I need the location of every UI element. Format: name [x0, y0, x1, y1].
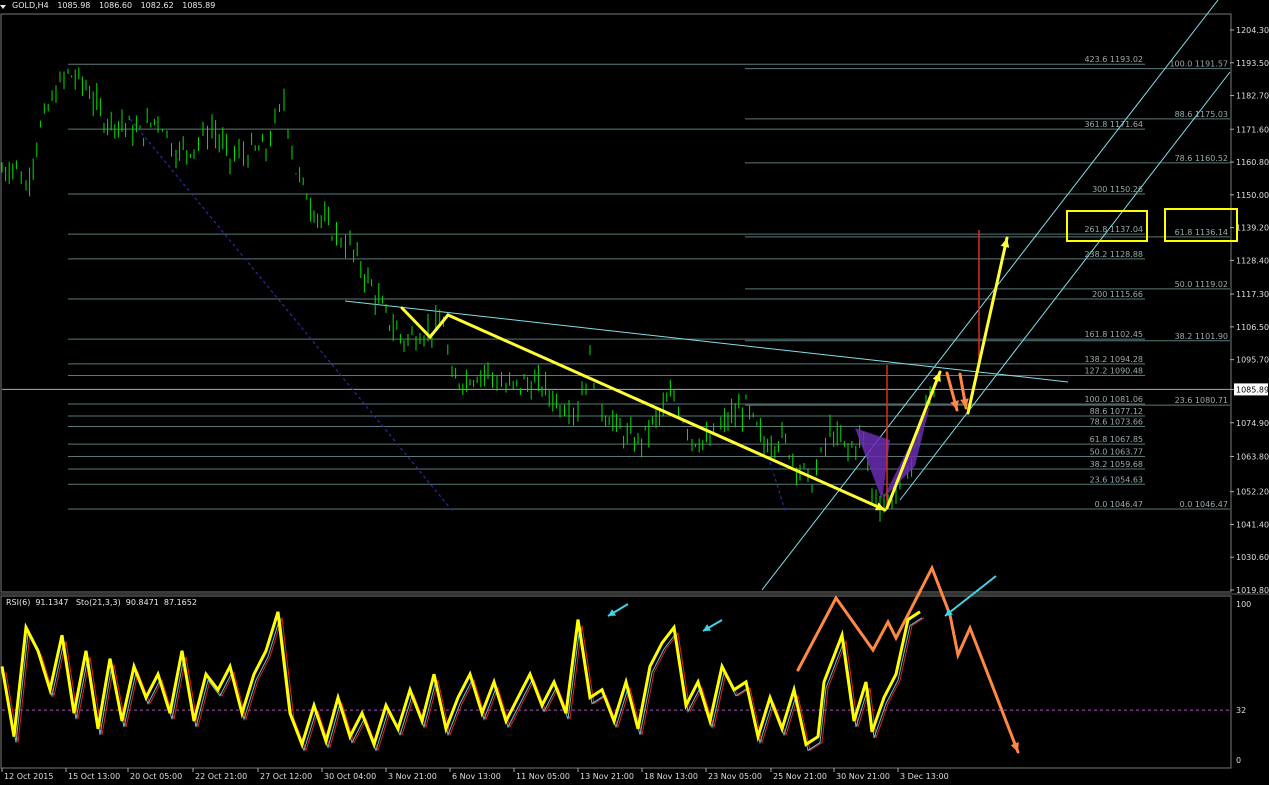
resistance-trendline	[344, 300, 1069, 383]
fib-level-label: 138.2 1094.28	[1084, 355, 1143, 364]
rsi-value: 91.1347	[35, 598, 69, 607]
stoch-main-value: 90.8471	[125, 598, 159, 607]
time-label: 6 Nov 13:00	[452, 772, 501, 781]
price-tick-label: 1085.89	[1236, 385, 1269, 394]
time-label: 15 Oct 13:00	[68, 772, 120, 781]
price-tick-label: 1117.30	[1236, 290, 1269, 299]
fib-level-label: 0.0 1046.47	[1095, 500, 1143, 509]
yellow-swing-arrow	[400, 306, 887, 512]
price-tick-label: 1074.90	[1236, 419, 1269, 428]
dotted-trendline	[129, 118, 453, 511]
fib-level-label: 100.0 1081.06	[1084, 395, 1143, 404]
channel-upper-line	[761, 0, 1219, 591]
time-label: 25 Nov 21:00	[773, 772, 827, 781]
time-label: 22 Oct 21:00	[195, 772, 247, 781]
rsi-line	[0, 610, 921, 749]
fib-level-label: 200 1115.66	[1092, 290, 1143, 299]
fib-retracement-levels: 100.0 1191.57 88.6 1175.03 78.6 1160.52 61.…	[745, 60, 1230, 510]
time-label: 20 Oct 05:00	[130, 772, 182, 781]
price-tick-label: 1150.00	[1236, 191, 1269, 200]
fib-level-label: 127.2 1090.48	[1084, 366, 1143, 375]
price-tick-label: 1041.40	[1236, 520, 1269, 529]
price-tick-label: 1182.70	[1236, 92, 1269, 101]
rsi-label: RSI(6)	[6, 598, 31, 607]
retracement-label: 78.6 1160.52	[1175, 154, 1228, 163]
yellow-up-arrow	[885, 370, 942, 510]
fib-level-label: 161.8 1102.45	[1084, 330, 1143, 339]
time-label: 18 Nov 13:00	[644, 772, 698, 781]
price-tick-label: 1139.20	[1236, 224, 1269, 233]
fib-level-label: 261.8 1137.04	[1084, 225, 1143, 234]
time-label: 11 Nov 05:00	[516, 772, 570, 781]
price-tick-label: 1193.50	[1236, 59, 1269, 68]
retracement-label: 0.0 1046.47	[1180, 500, 1228, 509]
time-axis: 12 Oct 2015 15 Oct 13:00 20 Oct 05:00 22 Oc…	[1, 768, 949, 781]
fib-level-label: 423.6 1193.02	[1084, 55, 1143, 64]
price-axis: 1204.30 1193.50 1182.70 1171.60 1160.80 1150.…	[1230, 26, 1269, 595]
retracement-label: 88.6 1175.03	[1175, 110, 1228, 119]
price-tick-label: 1095.70	[1236, 356, 1269, 365]
indicator-level-label: 0	[1236, 756, 1241, 765]
time-label: 13 Nov 21:00	[580, 772, 634, 781]
yellow-arrows	[400, 236, 1020, 754]
retracement-label: 100.0 1191.57	[1169, 60, 1228, 69]
indicator-level-label: 100	[1236, 600, 1251, 609]
stoch-signal-value: 87.1652	[163, 598, 197, 607]
price-tick-label: 1030.60	[1236, 553, 1269, 562]
time-label: 30 Nov 21:00	[836, 772, 890, 781]
fib-level-label: 23.6 1054.63	[1090, 475, 1143, 484]
retracement-label: 61.8 1136.14	[1175, 228, 1228, 237]
fib-level-label: 61.8 1067.85	[1090, 435, 1143, 444]
time-label: 3 Nov 21:00	[388, 772, 437, 781]
candles	[1, 67, 935, 522]
time-label: 30 Oct 04:00	[324, 772, 376, 781]
main-plot-frame	[0, 13, 1232, 593]
fib-level-label: 78.6 1073.66	[1090, 418, 1143, 427]
chart-window: GOLD,H4 1085.98 1086.60 1082.62 1085.89 …	[0, 0, 1269, 785]
stoch-label: Sto(21,3,3)	[75, 598, 121, 607]
retracement-label: 38.2 1101.90	[1175, 332, 1228, 341]
time-label: 3 Dec 13:00	[900, 772, 949, 781]
price-tick-label: 1106.50	[1236, 323, 1269, 332]
price-tick-label: 1204.30	[1236, 26, 1269, 35]
fib-level-label: 361.8 1171.64	[1084, 120, 1143, 129]
fib-level-label: 88.6 1077.12	[1090, 407, 1143, 416]
price-tick-label: 1052.20	[1236, 488, 1269, 497]
price-tick-label: 1171.60	[1236, 125, 1269, 134]
fib-level-label: 38.2 1059.68	[1090, 460, 1143, 469]
time-label: 27 Oct 12:00	[260, 772, 312, 781]
price-tick-label: 1160.80	[1236, 158, 1269, 167]
time-label: 23 Nov 05:00	[708, 772, 762, 781]
fib-extension-levels: 423.6 1193.02 361.8 1171.64 300 1150.26 261…	[68, 55, 1145, 510]
time-label: 12 Oct 2015	[4, 772, 53, 781]
fib-level-label: 238.2 1128.88	[1084, 250, 1143, 259]
price-tick-label: 1128.40	[1236, 256, 1269, 265]
fib-level-label: 300 1150.26	[1092, 185, 1143, 194]
price-tick-label: 1063.80	[1236, 452, 1269, 461]
retracement-label: 23.6 1080.71	[1175, 396, 1228, 405]
price-tick-label: 1019.80	[1236, 586, 1269, 595]
indicator-plot-frame	[0, 595, 1232, 769]
fib-level-label: 50.0 1063.77	[1090, 448, 1143, 457]
indicator-level-label: 32	[1236, 706, 1246, 715]
retracement-label: 50.0 1119.02	[1175, 280, 1228, 289]
price-chart[interactable]: 423.6 1193.02 361.8 1171.64 300 1150.26 261…	[0, 0, 1269, 785]
indicator-header: RSI(6) 91.1347 Sto(21,3,3) 90.8471 87.1652	[6, 598, 202, 607]
